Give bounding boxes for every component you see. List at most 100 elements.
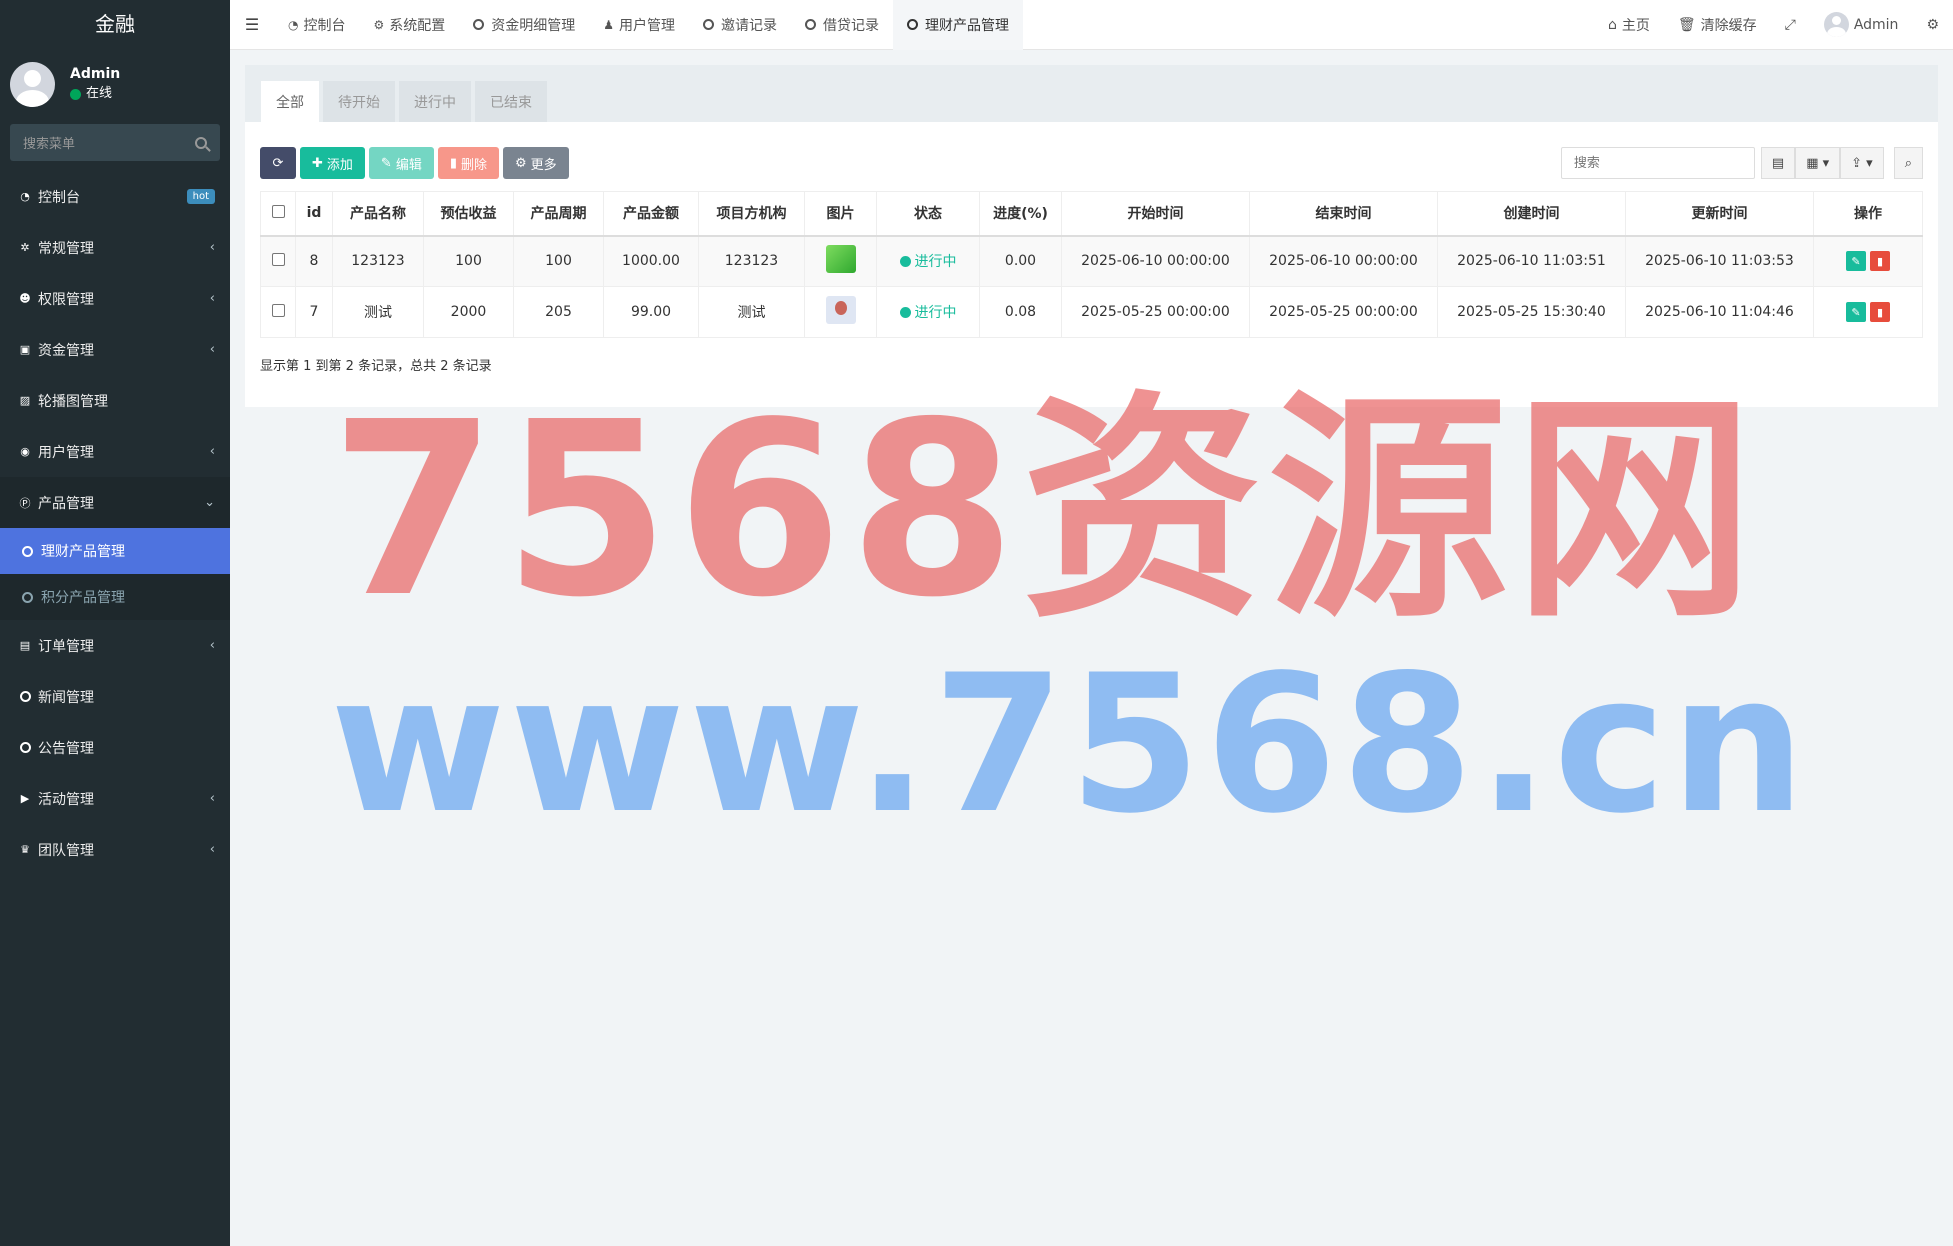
brand-logo[interactable]: 金融 [0,0,230,50]
row-checkbox-cell [260,235,296,287]
column-header[interactable]: 产品周期 [513,191,604,237]
sidebar-item-general[interactable]: ✲ 常规管理 ‹ [0,222,230,273]
tab-fund-details[interactable]: 资金明细管理 [459,0,589,50]
admin-menu[interactable]: Admin [1810,0,1913,50]
sidebar-item-label: 订单管理 [38,638,94,655]
tab-all[interactable]: 全部 [261,81,319,122]
sidebar-subitem-label: 理财产品管理 [41,544,125,560]
row-edit-button[interactable]: ✎ [1846,302,1866,322]
table-row[interactable]: 7 测试 2000 205 99.00 测试 进行中 0.08 2025-05-… [260,286,1923,338]
user-name: Admin [70,66,121,82]
table-search-input[interactable] [1560,147,1755,179]
column-header[interactable]: 开始时间 [1061,191,1250,237]
cell-amount: 1000.00 [603,235,699,287]
menu-toggle-icon[interactable]: ☰ [230,0,274,50]
column-header[interactable]: 产品金额 [603,191,699,237]
export-button[interactable]: ⇪ ▾ [1840,147,1884,179]
sidebar-item-notice[interactable]: 公告管理 [0,722,230,773]
edit-label: 编辑 [395,157,422,173]
gear-icon: ⚙ [373,17,385,32]
group-icon: ☻ [19,292,31,305]
column-header[interactable]: 状态 [876,191,980,237]
select-all-checkbox[interactable] [271,204,285,218]
settings-button[interactable]: ⚙ [1912,0,1953,50]
delete-button[interactable]: ▮ 删除 [437,147,500,179]
add-button[interactable]: ✚ 添加 [300,147,365,179]
column-header[interactable]: id [295,191,333,237]
home-link[interactable]: ⌂ 主页 [1594,0,1664,50]
row-edit-button[interactable]: ✎ [1846,251,1866,272]
column-header[interactable]: 进度(%) [979,191,1062,237]
sidebar-item-dashboard[interactable]: ◔ 控制台 hot [0,171,230,222]
plus-icon: ✚ [312,155,323,171]
home-icon: ⌂ [1607,16,1617,33]
sidebar-subitem-points-products[interactable]: 积分产品管理 [0,574,230,620]
tab-in-progress[interactable]: 进行中 [399,81,471,122]
tab-system-config[interactable]: ⚙ 系统配置 [359,0,459,50]
cell-amount: 99.00 [603,286,699,338]
search-icon: ⌕ [1904,155,1912,171]
row-checkbox[interactable] [271,303,285,317]
edit-button[interactable]: ✎ 编辑 [368,147,434,179]
sidebar-subitem-finance-products[interactable]: 理财产品管理 [0,528,230,574]
watermark-line1: 7568资源网 [330,370,1760,650]
product-image[interactable] [825,296,856,324]
tab-loan-records[interactable]: 借贷记录 [791,0,893,50]
cell-actions: ✎ ▮ [1813,286,1923,338]
clear-cache-button[interactable]: 🗑 清除缓存 [1664,0,1771,50]
tab-invite-records[interactable]: 邀请记录 [689,0,791,50]
sidebar-item-auth[interactable]: ☻ 权限管理 ‹ [0,273,230,324]
sidebar-item-label: 常规管理 [38,240,94,257]
tab-finance-products[interactable]: 理财产品管理 [893,0,1024,50]
row-delete-button[interactable]: ▮ [1870,251,1890,272]
cell-image [804,286,877,338]
refresh-button[interactable]: ⟳ [260,147,296,179]
chevron-left-icon: ‹ [209,291,215,306]
sidebar-item-users[interactable]: ◉ 用户管理 ‹ [0,426,230,477]
column-header[interactable]: 结束时间 [1249,191,1438,237]
list-icon: ▤ [1771,155,1785,171]
circle-icon [473,19,485,30]
cell-org: 123123 [698,235,805,287]
user-panel: Admin 在线 [0,50,230,118]
sidebar-item-orders[interactable]: ▤ 订单管理 ‹ [0,620,230,671]
column-header[interactable]: 图片 [804,191,877,237]
sidebar-item-banner[interactable]: ▨ 轮播图管理 [0,375,230,426]
search-button[interactable]: ⌕ [1893,147,1923,179]
sidebar-search-placeholder: 搜索菜单 [23,137,76,152]
column-header[interactable]: 创建时间 [1437,191,1626,237]
column-header[interactable]: 产品名称 [332,191,424,237]
circle-icon [907,19,919,30]
sidebar-item-funds[interactable]: ▣ 资金管理 ‹ [0,324,230,375]
tab-pending[interactable]: 待开始 [323,81,395,122]
user-status-label: 在线 [86,86,113,101]
row-checkbox[interactable] [271,252,285,266]
fullscreen-button[interactable]: ⤢ [1771,0,1810,50]
toggle-view-button[interactable]: ▤ [1760,147,1796,179]
columns-button[interactable]: ▦ ▾ [1795,147,1841,179]
sidebar-item-activity[interactable]: ▶ 活动管理 ‹ [0,773,230,824]
sidebar-item-team[interactable]: ♛ 团队管理 ‹ [0,824,230,875]
trash-icon: ▮ [449,155,457,171]
chevron-down-icon: ⌄ [204,495,215,510]
gears-icon: ⚙ [1926,16,1939,33]
tab-ended[interactable]: 已结束 [475,81,547,122]
row-delete-button[interactable]: ▮ [1870,302,1890,322]
list-icon: ▤ [19,639,31,652]
circle-icon [22,591,33,603]
tab-label: 资金明细管理 [491,17,576,34]
tab-dashboard[interactable]: ◔ 控制台 [274,0,359,50]
sidebar-item-news[interactable]: 新闻管理 [0,671,230,722]
more-button[interactable]: ⚙ 更多 [503,147,569,179]
product-image[interactable] [825,245,856,274]
column-header[interactable]: 更新时间 [1625,191,1814,237]
sidebar-search-input[interactable]: 搜索菜单 [10,124,220,161]
column-header[interactable]: 预估收益 [423,191,514,237]
tab-user-management[interactable]: ♟ 用户管理 [589,0,689,50]
avatar [10,61,55,107]
cell-image [804,235,877,287]
table-row[interactable]: 8 123123 100 100 1000.00 123123 进行中 0.00… [260,235,1923,287]
trophy-icon: ♛ [20,843,30,856]
column-header[interactable]: 项目方机构 [698,191,805,237]
sidebar-item-products[interactable]: Ⓟ 产品管理 ⌄ [0,477,230,528]
